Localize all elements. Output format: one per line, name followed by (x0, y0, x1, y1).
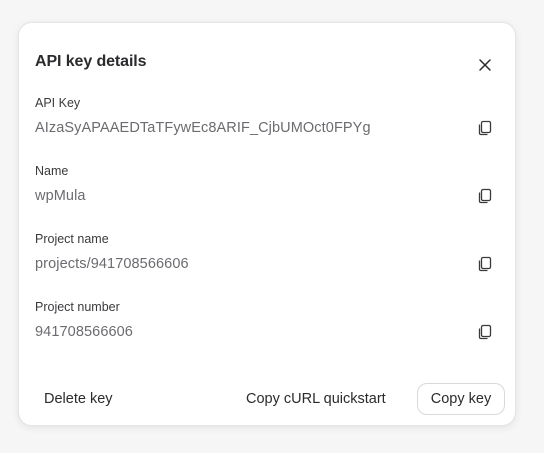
close-icon (479, 59, 491, 71)
api-key-details-dialog: API key details API Key AIzaSyAPAAEDTaTF… (18, 22, 516, 426)
copy-icon (478, 256, 492, 272)
copy-icon (478, 324, 492, 340)
copy-key-button[interactable]: Copy key (417, 383, 505, 415)
project-name-value: projects/941708566606 (35, 256, 189, 272)
project-number-value: 941708566606 (35, 324, 133, 340)
copy-icon (478, 188, 492, 204)
copy-curl-quickstart-button[interactable]: Copy cURL quickstart (246, 391, 386, 407)
copy-api-key-button[interactable] (475, 118, 495, 138)
name-label: Name (35, 164, 69, 178)
delete-key-button[interactable]: Delete key (44, 391, 113, 407)
copy-name-button[interactable] (475, 186, 495, 206)
name-value: wpMula (35, 188, 86, 204)
dialog-title: API key details (35, 53, 147, 70)
close-button[interactable] (473, 53, 497, 77)
copy-icon (478, 120, 492, 136)
api-key-label: API Key (35, 96, 81, 110)
background-content (514, 60, 544, 108)
copy-project-number-button[interactable] (475, 322, 495, 342)
api-key-value: AIzaSyAPAAEDTaTFywEc8ARIF_CjbUMOct0FPYg (35, 120, 371, 136)
project-name-label: Project name (35, 232, 109, 246)
project-number-label: Project number (35, 300, 120, 314)
copy-project-name-button[interactable] (475, 254, 495, 274)
